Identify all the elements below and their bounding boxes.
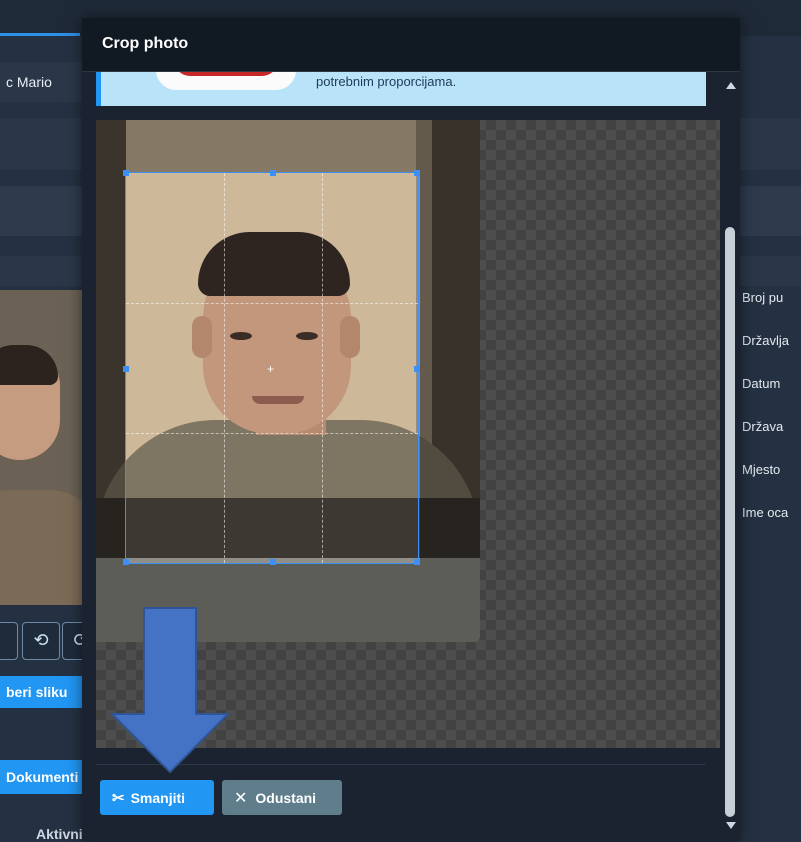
annotation-arrow-icon bbox=[109, 607, 231, 774]
label-place: Mjesto bbox=[742, 462, 781, 477]
crop-handle-sw[interactable] bbox=[123, 559, 129, 565]
label-country: Država bbox=[742, 419, 784, 434]
example-photo-icon bbox=[156, 72, 296, 90]
top-bar-right bbox=[740, 0, 801, 36]
crop-button[interactable]: ✂ Smanjiti bbox=[100, 780, 214, 815]
crop-handle-ne[interactable] bbox=[414, 170, 420, 176]
crop-grid-line bbox=[126, 433, 418, 434]
dialog-scrollbar[interactable] bbox=[722, 72, 738, 841]
dialog-title: Crop photo bbox=[102, 35, 189, 52]
user-name-bar: c Mario bbox=[0, 62, 82, 102]
active-label: Aktivni bbox=[36, 826, 83, 842]
select-image-button[interactable]: beri sliku bbox=[0, 676, 82, 708]
label-passport-number: Broj pu bbox=[742, 290, 784, 305]
cancel-button-label: Odustani bbox=[255, 789, 317, 806]
label-father-name: Ime oca bbox=[742, 505, 789, 520]
crop-mask bbox=[126, 120, 720, 172]
crop-button-label: Smanjiti bbox=[130, 789, 186, 806]
scissors-icon: ✂ bbox=[112, 789, 125, 807]
dialog-header: Crop photo bbox=[82, 18, 740, 72]
crop-handle-nw[interactable] bbox=[123, 170, 129, 176]
crop-handle-w[interactable] bbox=[123, 366, 129, 372]
label-citizenship: Državlja bbox=[742, 333, 789, 348]
crop-handle-se[interactable] bbox=[414, 559, 420, 565]
info-text: potrebnim proporcijama. bbox=[316, 74, 457, 89]
profile-photo-preview bbox=[0, 290, 82, 605]
info-message: potrebnim proporcijama. bbox=[96, 72, 706, 106]
crop-handle-e[interactable] bbox=[414, 366, 420, 372]
scroll-thumb[interactable] bbox=[725, 227, 735, 817]
scroll-up-icon[interactable] bbox=[726, 82, 736, 89]
crop-handle-s[interactable] bbox=[270, 559, 276, 565]
tab-documents[interactable]: Dokumenti bbox=[0, 760, 82, 794]
scroll-down-icon[interactable] bbox=[726, 822, 736, 829]
zoom-button[interactable] bbox=[0, 622, 18, 660]
close-icon: ✕ bbox=[234, 789, 248, 807]
crop-grid-line bbox=[126, 303, 418, 304]
crop-center-icon: + bbox=[267, 362, 275, 376]
crop-grid-line bbox=[322, 173, 323, 563]
cancel-button[interactable]: ✕ Odustani bbox=[222, 780, 342, 815]
detail-labels: Broj pu Državlja Datum Država Mjesto Ime… bbox=[742, 290, 789, 548]
user-name: c Mario bbox=[6, 74, 52, 90]
label-date: Datum bbox=[742, 376, 781, 391]
crop-handle-n[interactable] bbox=[270, 170, 276, 176]
crop-selection-box[interactable]: + bbox=[123, 170, 420, 565]
crop-grid-line bbox=[224, 173, 225, 563]
rotate-left-icon: ⟲ bbox=[33, 630, 49, 650]
crop-mask bbox=[420, 172, 720, 564]
rotate-left-button[interactable]: ⟲ bbox=[22, 622, 60, 660]
